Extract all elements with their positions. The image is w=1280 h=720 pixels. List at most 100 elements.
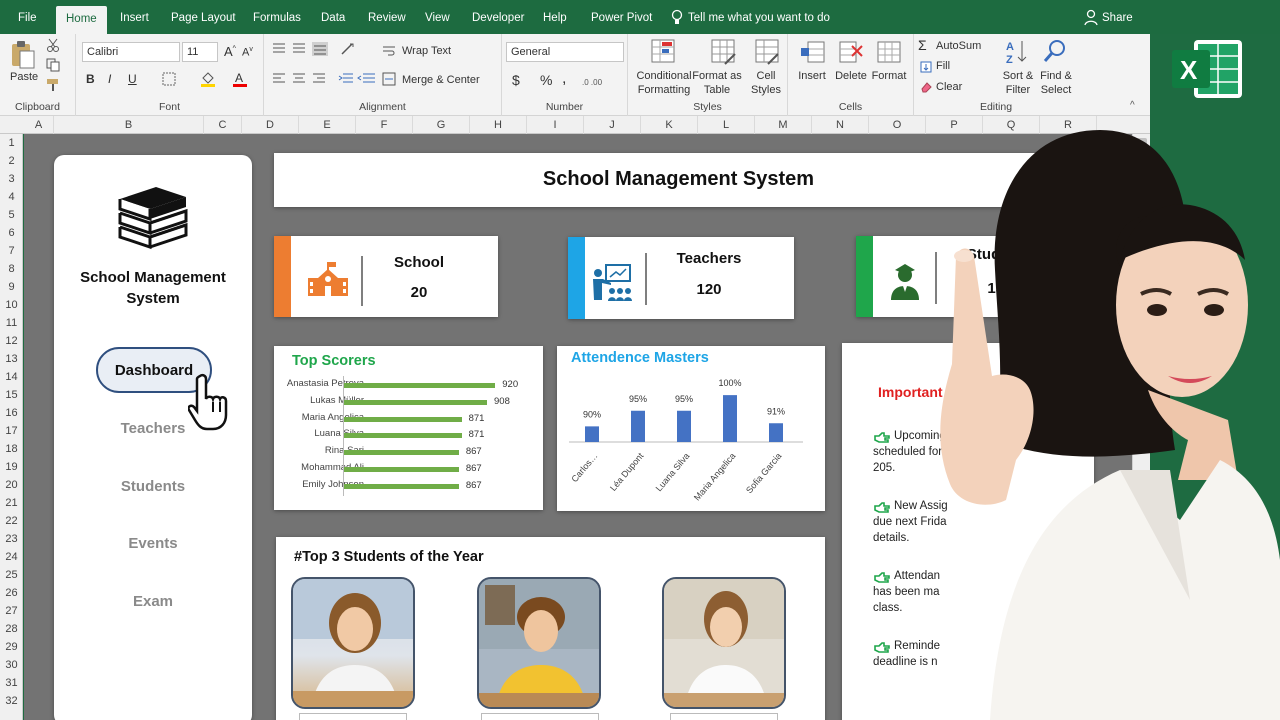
clear-button[interactable]: Clear — [936, 81, 962, 93]
underline-button[interactable]: U — [128, 72, 137, 86]
column-header[interactable]: I — [527, 116, 584, 134]
copy-icon[interactable] — [46, 58, 60, 77]
row-header[interactable]: 28 — [0, 620, 23, 638]
fill-button[interactable]: Fill — [936, 60, 950, 72]
row-header[interactable]: 12 — [0, 332, 23, 350]
tell-me-search[interactable]: Tell me what you want to do — [688, 0, 830, 34]
row-header[interactable]: 6 — [0, 224, 23, 242]
conditional-formatting-icon[interactable] — [650, 38, 678, 71]
merge-icon[interactable] — [382, 72, 396, 91]
row-header[interactable]: 16 — [0, 404, 23, 422]
row-header[interactable]: 5 — [0, 206, 23, 224]
format-cells-icon[interactable] — [876, 38, 902, 71]
row-header[interactable]: 31 — [0, 674, 23, 692]
delete-cells-icon[interactable] — [838, 38, 864, 71]
row-header[interactable]: 26 — [0, 584, 23, 602]
insert-cells-button[interactable]: Insert — [792, 70, 832, 82]
cut-icon[interactable] — [46, 38, 60, 57]
column-header[interactable]: C — [204, 116, 242, 134]
font-color-icon[interactable]: A — [232, 70, 248, 93]
delete-cells-button[interactable]: Delete — [830, 70, 872, 82]
increase-font-icon[interactable]: A^ — [224, 44, 236, 59]
find-select-button[interactable]: Find & — [1034, 70, 1078, 82]
decrease-font-icon[interactable]: Av — [242, 46, 253, 59]
find-select-icon[interactable] — [1042, 38, 1068, 71]
row-header[interactable]: 17 — [0, 422, 23, 440]
tab-help[interactable]: Help — [543, 0, 567, 34]
row-header[interactable]: 25 — [0, 566, 23, 584]
cell-styles-icon[interactable] — [754, 38, 782, 71]
indent-icon[interactable] — [338, 72, 378, 91]
row-header[interactable]: 30 — [0, 656, 23, 674]
percent-button[interactable]: % — [540, 72, 552, 88]
format-painter-icon[interactable] — [46, 78, 60, 97]
column-header[interactable]: A — [24, 116, 54, 134]
row-header[interactable]: 3 — [0, 170, 23, 188]
tab-formulas[interactable]: Formulas — [253, 0, 301, 34]
column-header[interactable]: G — [413, 116, 470, 134]
tab-insert[interactable]: Insert — [120, 0, 149, 34]
row-header[interactable]: 2 — [0, 152, 23, 170]
wrap-text-button[interactable]: Wrap Text — [402, 45, 451, 57]
eraser-icon[interactable] — [920, 80, 932, 98]
merge-center-button[interactable]: Merge & Center — [402, 74, 480, 86]
number-format-select[interactable]: General — [506, 42, 624, 62]
row-header[interactable]: 32 — [0, 692, 23, 710]
autosum-button[interactable]: AutoSum — [936, 40, 981, 52]
cell-styles-button[interactable]: Cell — [746, 70, 786, 82]
row-header[interactable]: 22 — [0, 512, 23, 530]
tab-home[interactable]: Home — [56, 6, 107, 34]
format-cells-button[interactable]: Format — [868, 70, 910, 82]
column-header[interactable]: B — [54, 116, 204, 134]
row-header[interactable]: 27 — [0, 602, 23, 620]
tab-power-pivot[interactable]: Power Pivot — [591, 0, 652, 34]
format-as-table-button[interactable]: Format as — [692, 70, 742, 82]
format-as-table-icon[interactable] — [710, 38, 738, 71]
sort-filter-icon[interactable]: AZ — [1004, 38, 1030, 71]
nav-events[interactable]: Events — [54, 535, 252, 552]
row-header[interactable]: 19 — [0, 458, 23, 476]
column-header[interactable]: M — [755, 116, 812, 134]
comma-button[interactable]: , — [562, 70, 566, 88]
font-size-select[interactable]: 11 — [182, 42, 218, 62]
column-header[interactable]: H — [470, 116, 527, 134]
row-header[interactable]: 10 — [0, 296, 23, 314]
fill-color-icon[interactable] — [200, 70, 216, 93]
row-header[interactable]: 11 — [0, 314, 23, 332]
share-button[interactable]: Share — [1102, 0, 1133, 34]
row-header[interactable]: 4 — [0, 188, 23, 206]
column-header[interactable]: O — [869, 116, 926, 134]
currency-button[interactable]: $ — [512, 72, 520, 88]
row-header[interactable]: 29 — [0, 638, 23, 656]
row-header[interactable]: 7 — [0, 242, 23, 260]
orientation-icon[interactable] — [340, 42, 360, 61]
insert-cells-icon[interactable] — [800, 38, 826, 71]
tab-view[interactable]: View — [425, 0, 450, 34]
paste-icon[interactable] — [10, 40, 36, 75]
nav-students[interactable]: Students — [54, 478, 252, 495]
align-left-icon[interactable] — [272, 72, 332, 91]
row-header[interactable]: 9 — [0, 278, 23, 296]
tab-page-layout[interactable]: Page Layout — [171, 0, 236, 34]
tab-review[interactable]: Review — [368, 0, 406, 34]
borders-icon[interactable] — [162, 72, 176, 91]
italic-button[interactable]: I — [108, 72, 111, 86]
conditional-formatting-button[interactable]: Conditional — [630, 70, 698, 82]
row-header[interactable]: 24 — [0, 548, 23, 566]
column-header[interactable]: F — [356, 116, 413, 134]
row-header[interactable]: 8 — [0, 260, 23, 278]
fill-down-icon[interactable] — [920, 60, 932, 78]
align-top-icon[interactable] — [272, 42, 332, 61]
paste-button[interactable]: Paste — [10, 71, 38, 83]
column-header[interactable]: N — [812, 116, 869, 134]
row-header[interactable]: 20 — [0, 476, 23, 494]
tab-file[interactable]: File — [18, 0, 37, 34]
tab-data[interactable]: Data — [321, 0, 345, 34]
wrap-text-icon[interactable] — [382, 44, 396, 62]
decimal-icon[interactable]: .0 .00 — [582, 74, 622, 92]
row-header[interactable]: 23 — [0, 530, 23, 548]
sigma-icon[interactable]: Σ — [918, 37, 927, 53]
row-header[interactable]: 21 — [0, 494, 23, 512]
column-header[interactable]: J — [584, 116, 641, 134]
row-header[interactable]: 15 — [0, 386, 23, 404]
